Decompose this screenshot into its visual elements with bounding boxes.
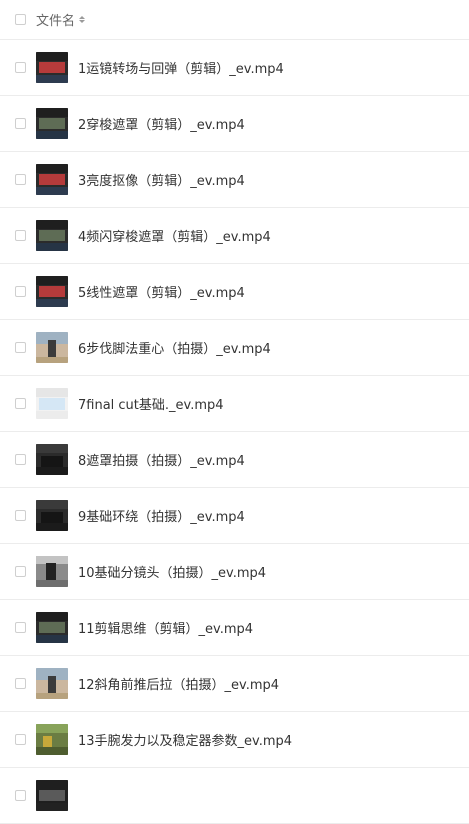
video-thumbnail[interactable] xyxy=(36,108,68,139)
row-checkbox[interactable] xyxy=(15,678,26,689)
row-checkbox[interactable] xyxy=(15,174,26,185)
file-row[interactable]: 7final cut基础._ev.mp4 xyxy=(0,376,469,432)
row-checkbox[interactable] xyxy=(15,454,26,465)
file-row[interactable]: 11剪辑思维（剪辑）_ev.mp4 xyxy=(0,600,469,656)
video-thumbnail[interactable] xyxy=(36,332,68,363)
file-row[interactable]: 1运镜转场与回弹（剪辑）_ev.mp4 xyxy=(0,40,469,96)
file-row[interactable]: 13手腕发力以及稳定器参数_ev.mp4 xyxy=(0,712,469,768)
file-row[interactable]: 3亮度抠像（剪辑）_ev.mp4 xyxy=(0,152,469,208)
video-thumbnail[interactable] xyxy=(36,612,68,643)
file-row[interactable]: 4频闪穿梭遮罩（剪辑）_ev.mp4 xyxy=(0,208,469,264)
file-rows: 1运镜转场与回弹（剪辑）_ev.mp4 2穿梭遮罩（剪辑）_ev.mp4 3亮度抠像… xyxy=(0,40,469,824)
video-thumbnail[interactable] xyxy=(36,668,68,699)
row-checkbox[interactable] xyxy=(15,342,26,353)
file-row[interactable]: 6步伐脚法重心（拍摄）_ev.mp4 xyxy=(0,320,469,376)
list-header: 文件名 xyxy=(0,0,469,40)
row-checkbox[interactable] xyxy=(15,734,26,745)
video-thumbnail[interactable] xyxy=(36,52,68,83)
row-checkbox[interactable] xyxy=(15,118,26,129)
file-row[interactable] xyxy=(0,768,469,824)
row-checkbox[interactable] xyxy=(15,790,26,801)
select-all-checkbox[interactable] xyxy=(15,14,26,25)
file-name[interactable]: 3亮度抠像（剪辑）_ev.mp4 xyxy=(78,170,245,189)
file-name[interactable]: 4频闪穿梭遮罩（剪辑）_ev.mp4 xyxy=(78,226,271,245)
file-name[interactable]: 8遮罩拍摄（拍摄）_ev.mp4 xyxy=(78,450,245,469)
video-thumbnail[interactable] xyxy=(36,724,68,755)
video-thumbnail[interactable] xyxy=(36,444,68,475)
row-checkbox[interactable] xyxy=(15,622,26,633)
file-row[interactable]: 8遮罩拍摄（拍摄）_ev.mp4 xyxy=(0,432,469,488)
file-name[interactable]: 6步伐脚法重心（拍摄）_ev.mp4 xyxy=(78,338,271,357)
file-name[interactable]: 2穿梭遮罩（剪辑）_ev.mp4 xyxy=(78,114,245,133)
row-checkbox[interactable] xyxy=(15,510,26,521)
file-name[interactable]: 1运镜转场与回弹（剪辑）_ev.mp4 xyxy=(78,58,284,77)
file-row[interactable]: 10基础分镜头（拍摄）_ev.mp4 xyxy=(0,544,469,600)
file-row[interactable]: 9基础环绕（拍摄）_ev.mp4 xyxy=(0,488,469,544)
video-thumbnail[interactable] xyxy=(36,276,68,307)
file-name[interactable]: 12斜角前推后拉（拍摄）_ev.mp4 xyxy=(78,674,279,693)
file-name[interactable]: 10基础分镜头（拍摄）_ev.mp4 xyxy=(78,562,266,581)
sort-icon[interactable] xyxy=(79,16,86,23)
video-thumbnail[interactable] xyxy=(36,556,68,587)
row-checkbox[interactable] xyxy=(15,286,26,297)
row-checkbox[interactable] xyxy=(15,62,26,73)
row-checkbox[interactable] xyxy=(15,566,26,577)
file-row[interactable]: 2穿梭遮罩（剪辑）_ev.mp4 xyxy=(0,96,469,152)
file-row[interactable]: 12斜角前推后拉（拍摄）_ev.mp4 xyxy=(0,656,469,712)
file-list: 文件名 1运镜转场与回弹（剪辑）_ev.mp4 2穿梭遮罩（剪辑）_ev.mp4 3… xyxy=(0,0,469,824)
video-thumbnail[interactable] xyxy=(36,780,68,811)
video-thumbnail[interactable] xyxy=(36,388,68,419)
file-name[interactable]: 11剪辑思维（剪辑）_ev.mp4 xyxy=(78,618,253,637)
file-row[interactable]: 5线性遮罩（剪辑）_ev.mp4 xyxy=(0,264,469,320)
file-name[interactable]: 5线性遮罩（剪辑）_ev.mp4 xyxy=(78,282,245,301)
video-thumbnail[interactable] xyxy=(36,220,68,251)
file-name[interactable]: 13手腕发力以及稳定器参数_ev.mp4 xyxy=(78,730,292,749)
row-checkbox[interactable] xyxy=(15,230,26,241)
video-thumbnail[interactable] xyxy=(36,500,68,531)
row-checkbox[interactable] xyxy=(15,398,26,409)
column-header-filename[interactable]: 文件名 xyxy=(36,10,75,29)
file-name[interactable]: 9基础环绕（拍摄）_ev.mp4 xyxy=(78,506,245,525)
file-name[interactable]: 7final cut基础._ev.mp4 xyxy=(78,394,224,413)
video-thumbnail[interactable] xyxy=(36,164,68,195)
